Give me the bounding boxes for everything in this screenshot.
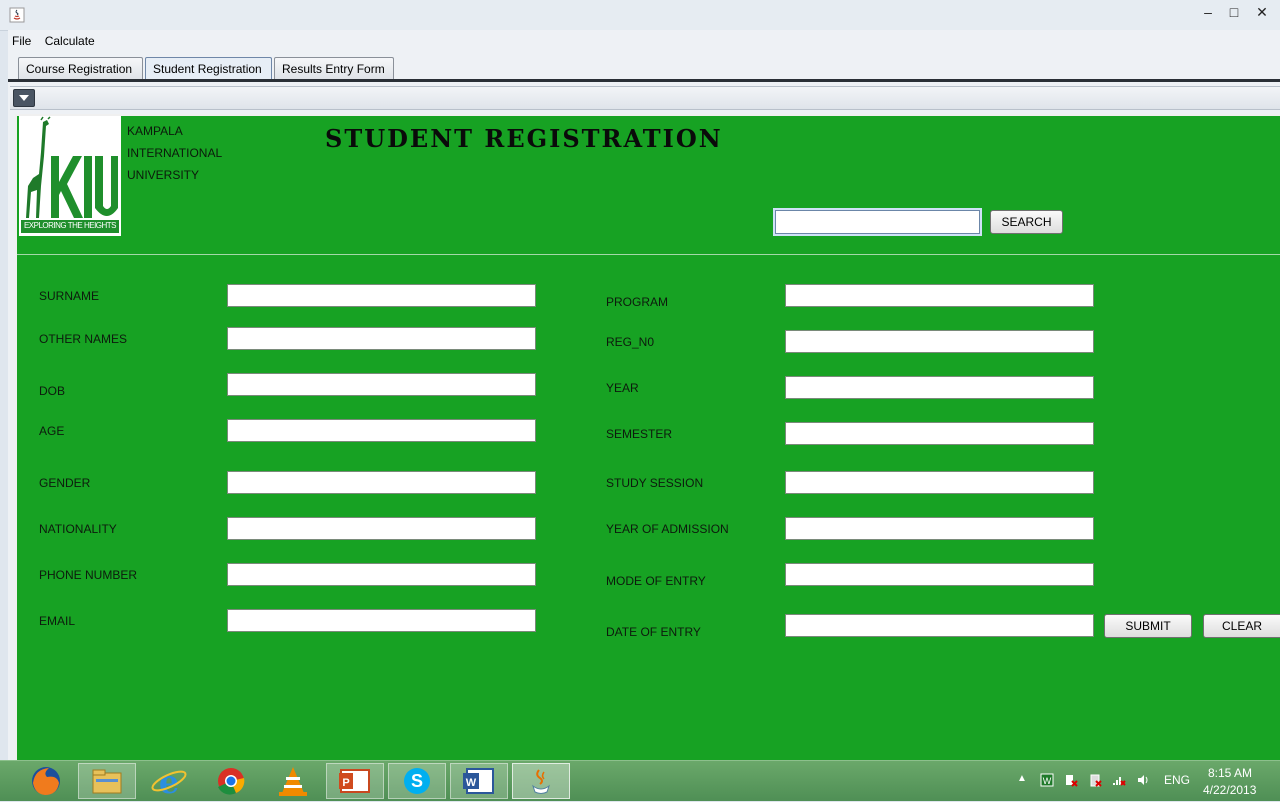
logo-slogan: EXPLORING THE HEIGHTS: [23, 221, 117, 230]
year-of-admission-field[interactable]: [785, 517, 1094, 540]
tab-results-entry-form[interactable]: Results Entry Form: [274, 57, 394, 79]
powerpoint-icon: P: [339, 769, 370, 793]
clock-time[interactable]: 8:15 AM: [1208, 766, 1252, 780]
gender-field[interactable]: [227, 471, 536, 494]
nationality-field[interactable]: [227, 517, 536, 540]
svg-text:W: W: [1043, 776, 1052, 786]
kiu-logo: EXPLORING THE HEIGHTS: [19, 116, 121, 236]
close-button[interactable]: ✕: [1251, 4, 1273, 20]
taskbar-file-explorer[interactable]: [78, 763, 136, 799]
maximize-button[interactable]: □: [1223, 4, 1245, 20]
study-session-field[interactable]: [785, 471, 1094, 494]
program-field[interactable]: [785, 284, 1094, 307]
label-program: PROGRAM: [606, 295, 669, 309]
vlc-icon: [279, 767, 307, 796]
chrome-icon: [218, 768, 245, 795]
page-title: STUDENT REGISTRATION: [325, 124, 723, 153]
email-field[interactable]: [227, 609, 536, 632]
clear-button[interactable]: CLEAR: [1203, 614, 1280, 638]
word-icon: W: [463, 768, 494, 794]
taskbar-powerpoint[interactable]: P: [326, 763, 384, 799]
label-nationality: NATIONALITY: [39, 522, 117, 536]
clock-date[interactable]: 4/22/2013: [1203, 783, 1256, 797]
taskbar-word[interactable]: W: [450, 763, 508, 799]
submit-button[interactable]: SUBMIT: [1104, 614, 1192, 638]
label-year: YEAR: [606, 381, 639, 395]
reg-no-field[interactable]: [785, 330, 1094, 353]
skype-icon: S: [404, 768, 430, 794]
label-dob: DOB: [39, 384, 66, 398]
svg-text:P: P: [342, 777, 349, 789]
university-name-line-1: KAMPALA: [127, 124, 183, 138]
header-divider: [17, 254, 1280, 255]
tab-course-registration[interactable]: Course Registration: [18, 57, 143, 79]
java-app-icon: [9, 7, 25, 23]
label-surname: SURNAME: [39, 289, 100, 303]
search-input[interactable]: [773, 208, 982, 236]
label-phone-number: PHONE NUMBER: [39, 568, 138, 582]
taskbar-internet-explorer[interactable]: e: [140, 763, 198, 801]
menu-file[interactable]: File: [8, 32, 35, 50]
taskbar-java[interactable]: [512, 763, 570, 799]
university-name-line-3: UNIVERSITY: [127, 168, 200, 182]
language-indicator[interactable]: ENG: [1164, 773, 1190, 787]
phone-number-field[interactable]: [227, 563, 536, 586]
label-age: AGE: [39, 424, 65, 438]
tray-app-icon[interactable]: W: [1040, 773, 1054, 787]
svg-text:e: e: [159, 763, 179, 799]
label-gender: GENDER: [39, 476, 91, 490]
tray-expand-icon[interactable]: ▲: [1017, 773, 1027, 784]
java-icon: [532, 769, 550, 794]
label-study-session: STUDY SESSION: [606, 476, 704, 490]
surname-field[interactable]: [227, 284, 536, 307]
firefox-icon: [32, 767, 60, 795]
tab-student-registration[interactable]: Student Registration: [145, 57, 272, 79]
svg-text:S: S: [411, 771, 423, 791]
age-field[interactable]: [227, 419, 536, 442]
network-icon[interactable]: [1112, 773, 1126, 787]
semester-field[interactable]: [785, 422, 1094, 445]
label-date-of-entry: DATE OF ENTRY: [606, 625, 701, 639]
window-titlebar: – □ ✕: [0, 0, 1280, 31]
tab-divider: [8, 79, 1280, 82]
taskbar-skype[interactable]: S: [388, 763, 446, 799]
chevron-down-icon[interactable]: [13, 89, 35, 107]
label-mode-of-entry: MODE OF ENTRY: [606, 574, 706, 588]
label-other-names: OTHER NAMES: [39, 332, 128, 346]
internet-explorer-icon: e: [151, 763, 187, 801]
taskbar-vlc[interactable]: [264, 763, 322, 799]
menu-bar: File Calculate: [8, 32, 101, 52]
taskbar-firefox[interactable]: [17, 763, 75, 799]
other-names-field[interactable]: [227, 327, 536, 350]
label-year-of-admission: YEAR OF ADMISSION: [606, 522, 729, 536]
label-semester: SEMESTER: [606, 427, 673, 441]
taskbar-chrome[interactable]: [202, 763, 260, 799]
giraffe-logo-icon: [21, 116, 119, 233]
label-email: EMAIL: [39, 614, 76, 628]
volume-icon[interactable]: [1136, 773, 1150, 787]
dob-field[interactable]: [227, 373, 536, 396]
svg-text:W: W: [466, 777, 477, 789]
mode-of-entry-field[interactable]: [785, 563, 1094, 586]
menu-calculate[interactable]: Calculate: [41, 32, 99, 50]
action-center-icon[interactable]: [1064, 773, 1078, 787]
toolbar-strip: [10, 86, 1280, 110]
file-explorer-icon: [92, 769, 122, 794]
year-field[interactable]: [785, 376, 1094, 399]
date-of-entry-field[interactable]: [785, 614, 1094, 637]
university-name-line-2: INTERNATIONAL: [127, 146, 223, 160]
power-icon[interactable]: [1088, 773, 1102, 787]
search-button[interactable]: SEARCH: [990, 210, 1063, 234]
minimize-button[interactable]: –: [1197, 4, 1219, 20]
label-reg-no: REG_N0: [606, 335, 655, 349]
